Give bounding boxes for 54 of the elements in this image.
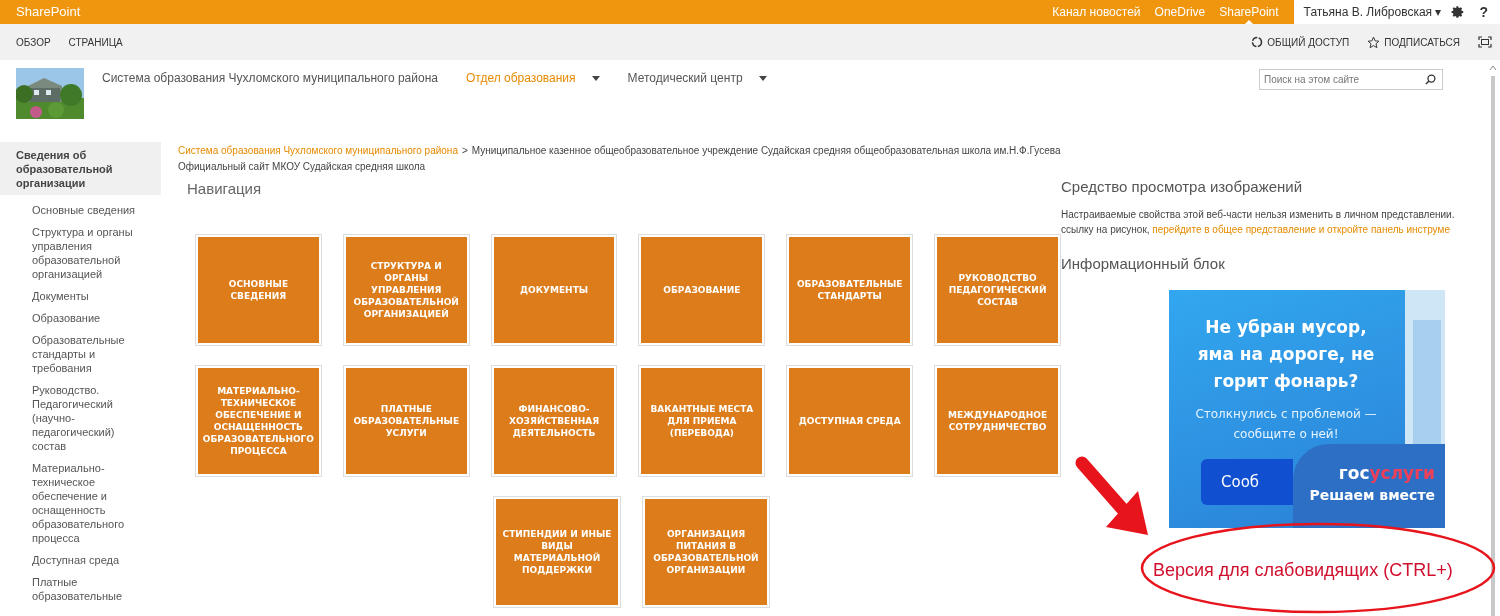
settings-icon[interactable]: [1451, 5, 1466, 19]
breadcrumb-separator: >: [461, 145, 468, 156]
site-nav-link[interactable]: Система образования Чухломского муниципального района: [102, 71, 438, 85]
sidebar-item[interactable]: Материально-техническое обеспечение и оснащенность образовательного процесса: [0, 461, 161, 545]
accessibility-link[interactable]: Версия для слабовидящих (CTRL+): [1153, 560, 1500, 581]
user-menu[interactable]: Татьяна В. Либровская ▾: [1303, 5, 1442, 19]
navigation-tile[interactable]: ФИНАНСОВО-ХОЗЯЙСТВЕННАЯ ДЕЯТЕЛЬНОСТЬ: [491, 366, 617, 476]
sidebar-item[interactable]: Документы: [0, 289, 161, 303]
ribbon-tab[interactable]: ОБЗОР: [16, 36, 51, 48]
web-part-title: Информационный блок: [1061, 255, 1226, 272]
help-button[interactable]: ?: [1475, 4, 1492, 20]
navigation-tile[interactable]: РУКОВОДСТВО ПЕДАГОГИЧЕСКИЙ СОСТАВ: [935, 235, 1060, 345]
sidebar-heading[interactable]: Сведения об образовательной организации: [0, 142, 161, 195]
navigation-tile[interactable]: ОБРАЗОВАНИЕ: [639, 235, 765, 345]
navigation-tile[interactable]: ОРГАНИЗАЦИЯ ПИТАНИЯ В ОБРАЗОВАТЕЛЬНОЙ ОРГАНИЗАЦИИ: [643, 497, 769, 607]
ribbon-tab[interactable]: СТРАНИЦА: [68, 36, 123, 48]
sidebar-item[interactable]: Основные сведения: [0, 203, 161, 217]
breadcrumb-current: Муниципальное казенное общеобразовательное учреждение Судайская средняя общеобразовательная школа им.Н.Ф.Гусева: [471, 145, 1061, 156]
caret-icon: [758, 75, 767, 81]
navigation-tile[interactable]: ДОСТУПНАЯ СРЕДА: [787, 366, 913, 476]
ribbon-action[interactable]: ОБЩИЙ ДОСТУП: [1251, 36, 1350, 48]
site-nav-link[interactable]: Методический центр: [627, 71, 767, 85]
ad-banner[interactable]: Не убран мусор, яма на дороге, не горит фонарь? Столкнулись с проблемой — сообщите о ней! Сооб госуслуги Решаем вместе: [1169, 290, 1445, 528]
navigation-tile[interactable]: ОБРАЗОВАТЕЛЬНЫЕ СТАНДАРТЫ: [787, 235, 913, 345]
navigation-tile[interactable]: ОСНОВНЫЕ СВЕДЕНИЯ: [196, 235, 321, 345]
web-part-title: Средство просмотра изображений: [1061, 178, 1304, 195]
sync-icon: [1251, 36, 1264, 48]
navigation-tile[interactable]: ВАКАНТНЫЕ МЕСТА ДЛЯ ПРИЕМА (ПЕРЕВОДА): [639, 366, 765, 476]
navigation-tile[interactable]: ПЛАТНЫЕ ОБРАЗОВАТЕЛЬНЫЕ УСЛУГИ: [343, 366, 469, 476]
web-part-note: Настраиваемые свойства этой веб-части нельзя изменить в личном представлении. ссылку на рисунок, перейдите в общее представление и откройте панель инструме: [1061, 208, 1456, 237]
navigation-tile[interactable]: СТИПЕНДИИ И ИНЫЕ ВИДЫ МАТЕРИАЛЬНОЙ ПОДДЕРЖКИ: [494, 497, 620, 607]
section-title: Навигация: [187, 180, 263, 197]
focus-icon[interactable]: [1478, 36, 1492, 48]
sidebar-item[interactable]: Образовательные стандарты и требования: [0, 333, 161, 375]
sidebar-item[interactable]: Образование: [0, 311, 161, 325]
navigation-tile[interactable]: МАТЕРИАЛЬНО-ТЕХНИЧЕСКОЕ ОБЕСПЕЧЕНИЕ И ОСНАЩЕННОСТЬ ОБРАЗОВАТЕЛЬНОГО ПРОЦЕССА: [196, 366, 321, 476]
banner-headline: Не убран мусор, яма на дороге, не горит фонарь?: [1196, 316, 1376, 393]
sidebar-item[interactable]: Руководство. Педагогический (научно-педагогический) состав: [0, 383, 161, 453]
page-title: Официальный сайт МКОУ Судайская средняя школа: [178, 160, 427, 174]
navigation-tile[interactable]: МЕЖДУНАРОДНОЕ СОТРУДНИЧЕСТВО: [935, 366, 1060, 476]
star-icon: [1367, 35, 1381, 49]
sidebar-item[interactable]: Платные образовательные: [0, 575, 161, 603]
sidebar-item[interactable]: Структура и органы управления образовательной организацией: [0, 225, 161, 281]
search-icon[interactable]: [1425, 74, 1436, 85]
banner-slogan: Решаем вместе: [1309, 486, 1435, 505]
navigation-tile[interactable]: СТРУКТУРА И ОРГАНЫ УПРАВЛЕНИЯ ОБРАЗОВАТЕЛЬНОЙ ОРГАНИЗАЦИЕЙ: [343, 235, 469, 345]
ribbon-action[interactable]: ПОДПИСАТЬСЯ: [1367, 35, 1460, 49]
gosuslugi-logo: госуслуги: [1338, 462, 1435, 484]
caret-icon: [591, 75, 600, 81]
search-field[interactable]: Поиск на этом сайте: [1259, 69, 1443, 90]
banner-subtitle: Столкнулись с проблемой — сообщите о ней!: [1194, 406, 1378, 443]
sidebar-item[interactable]: Доступная среда: [0, 553, 161, 567]
navigation-tile[interactable]: ДОКУМЕНТЫ: [491, 235, 617, 345]
banner-button[interactable]: Сооб: [1201, 459, 1293, 505]
